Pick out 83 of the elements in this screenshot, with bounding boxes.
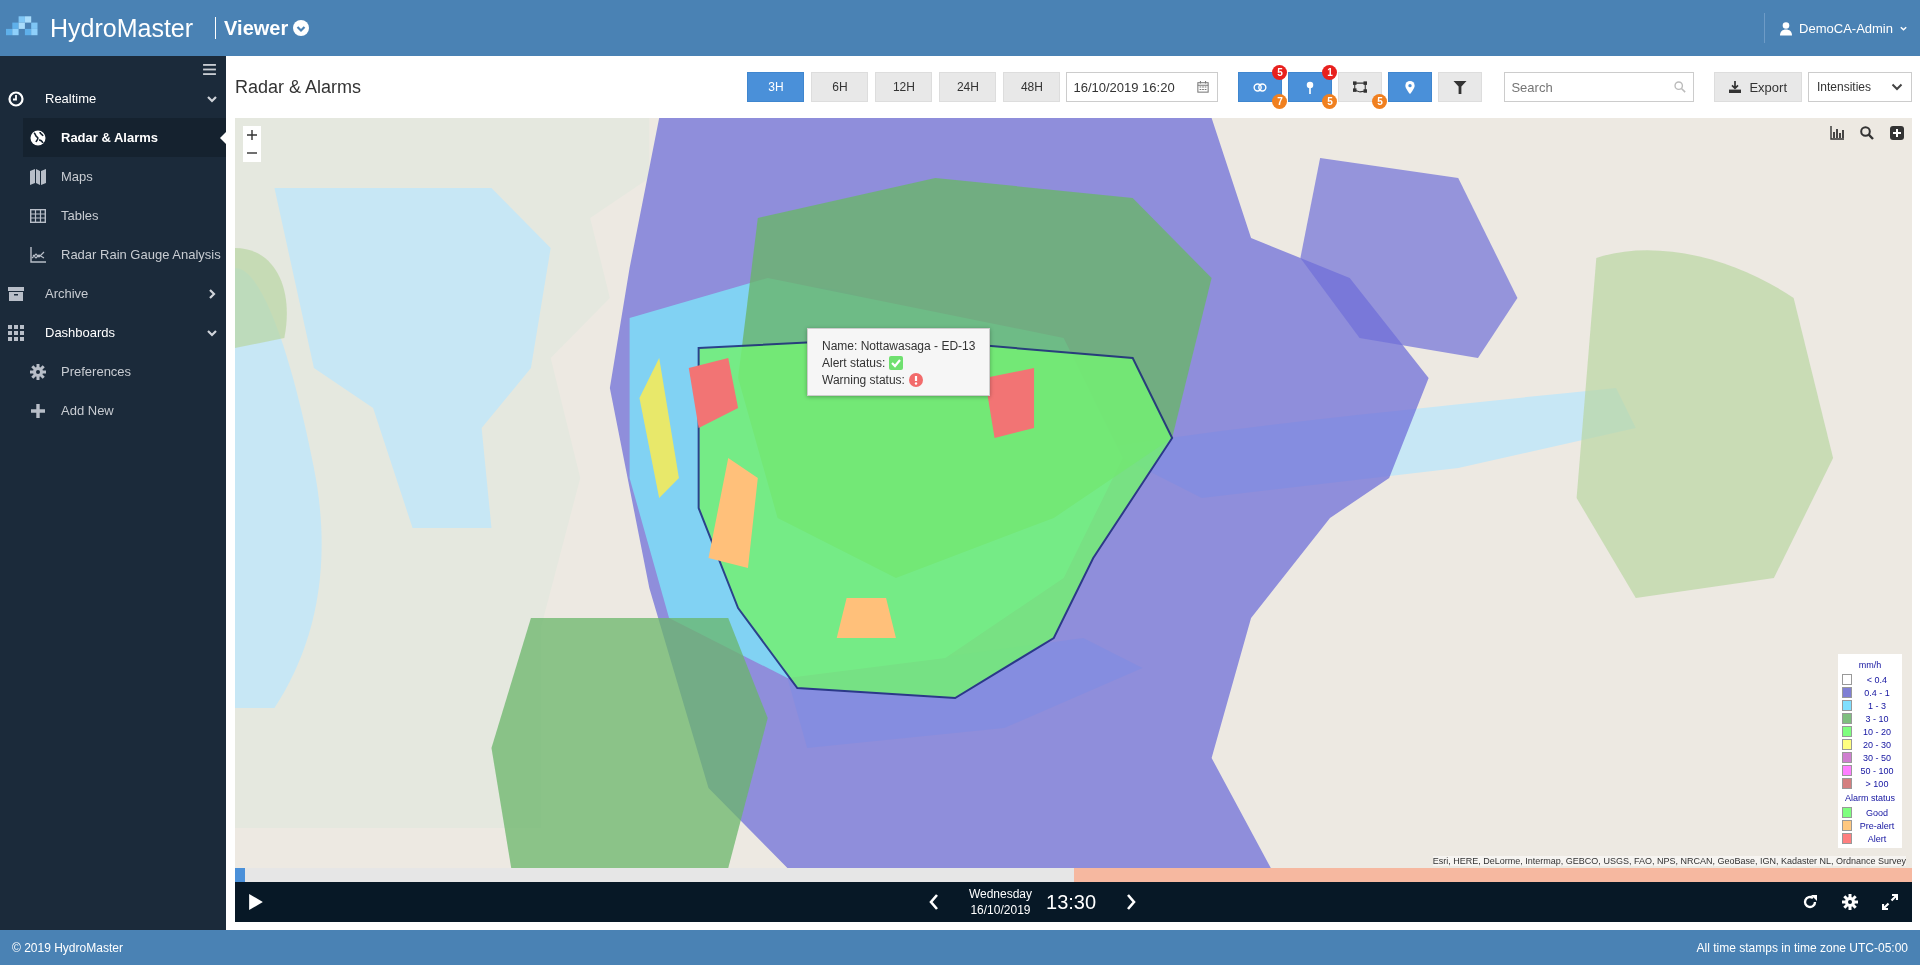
chevron-right-icon: [206, 287, 218, 300]
legend-label: 3 - 10: [1864, 713, 1890, 724]
user-icon: [1779, 20, 1794, 36]
export-button[interactable]: Export: [1714, 72, 1802, 102]
legend-label: 10 - 20: [1862, 726, 1892, 737]
legend-label: Good: [1865, 807, 1889, 818]
view-select[interactable]: Intensities: [1808, 72, 1912, 102]
add-icon[interactable]: [1890, 126, 1904, 140]
legend-label: Alert: [1866, 833, 1888, 844]
download-icon: [1729, 81, 1742, 93]
map-marker-icon: [1403, 80, 1418, 94]
sidebar-group[interactable]: Archive: [0, 274, 226, 313]
search-icon: [1674, 81, 1687, 93]
next-button[interactable]: [1126, 894, 1137, 910]
legend-label: < 0.4: [1865, 674, 1889, 685]
legend-label: Pre-alert: [1858, 820, 1896, 831]
clock-icon: [8, 90, 24, 107]
sidebar-item[interactable]: Tables: [23, 196, 226, 235]
sidebar-item[interactable]: Radar Rain Gauge Analysis: [23, 235, 226, 274]
user-menu[interactable]: DemoCA-Admin: [1764, 13, 1920, 43]
sidebar-group[interactable]: Realtime: [0, 79, 226, 118]
date-field[interactable]: 16/10/2019 16:20: [1066, 72, 1219, 102]
settings-icon[interactable]: [1842, 894, 1858, 910]
tooltip-name: Name: Nottawasaga - ED-13: [822, 339, 976, 353]
chevron-down-icon: [1891, 81, 1903, 93]
sidebar-item[interactable]: Maps: [23, 157, 226, 196]
legend-label: > 100: [1864, 778, 1890, 789]
legend-label: 20 - 30: [1862, 739, 1892, 750]
archive-icon: [8, 285, 24, 302]
filter-icon: [1453, 80, 1468, 94]
count-badge: 5: [1272, 65, 1288, 80]
polygon-icon: [1353, 80, 1368, 94]
timeline-track[interactable]: [235, 868, 1912, 882]
range-button[interactable]: 12H: [875, 72, 933, 102]
timeline-day: Wednesday: [968, 886, 1033, 902]
map-icon: [30, 168, 46, 185]
plus-icon: [247, 130, 257, 140]
chevron-icon: [293, 20, 310, 36]
timeline-date: 16/10/2019: [970, 902, 1031, 918]
count-badge: 5: [1372, 94, 1388, 109]
map-attribution: Esri, HERE, DeLorme, Intermap, GEBCO, USGS, FAO, NPS, NRCAN, GeoBase, IGN, Kadaster NL, Ordnance Survey: [1432, 856, 1906, 866]
count-badge: 1: [1322, 65, 1338, 80]
timeline-handle[interactable]: [235, 868, 245, 882]
sidebar-item[interactable]: Radar & Alarms: [23, 118, 226, 157]
play-button[interactable]: [249, 894, 263, 910]
legend-label: 30 - 50: [1862, 752, 1892, 763]
tooltip-label: Alert status:: [822, 356, 886, 370]
legend-title: Alarm status: [1844, 793, 1896, 803]
table-icon: [30, 207, 46, 224]
line-chart-icon: [30, 246, 46, 263]
search-field[interactable]: Search: [1504, 72, 1695, 102]
sidebar-group[interactable]: Dashboards: [0, 313, 226, 352]
globe-icon: [30, 129, 46, 146]
range-button[interactable]: 6H: [811, 72, 869, 102]
legend-label: 0.4 - 1: [1863, 687, 1891, 698]
legend-label: 50 - 100: [1859, 765, 1895, 776]
settings-icon: [30, 363, 46, 380]
timezone-text: All time stamps in time zone UTC-05:00: [1696, 940, 1908, 955]
count-badge: 7: [1272, 94, 1288, 109]
fullscreen-icon[interactable]: [1882, 894, 1898, 910]
rings-icon: [1253, 80, 1268, 94]
count-badge: 5: [1322, 94, 1338, 109]
search-icon[interactable]: [1860, 126, 1874, 140]
previous-button[interactable]: [928, 894, 939, 910]
menu-icon[interactable]: [203, 64, 216, 75]
tooltip-label: Warning status:: [822, 373, 905, 387]
legend-label: 1 - 3: [1867, 700, 1887, 711]
plus-icon: [30, 402, 46, 419]
sidebar-item[interactable]: Add New: [23, 391, 226, 430]
refresh-icon[interactable]: [1802, 894, 1818, 910]
legend-title: mm/h: [1857, 660, 1883, 670]
calendar-icon: [1197, 81, 1210, 93]
grid-icon: [8, 324, 24, 341]
copyright-text: © 2019 HydroMaster: [12, 940, 123, 955]
timeline-time: 13:30: [1046, 890, 1097, 914]
range-button[interactable]: 24H: [939, 72, 997, 102]
module-menu[interactable]: Viewer: [224, 16, 310, 40]
brand-name: HydroMaster: [50, 13, 194, 43]
sidebar-item[interactable]: Preferences: [23, 352, 226, 391]
page-title: Radar & Alarms: [235, 76, 362, 98]
range-button[interactable]: 48H: [1003, 72, 1061, 102]
bar-chart-icon[interactable]: [1830, 126, 1844, 140]
layer-toggle[interactable]: [1388, 72, 1433, 102]
